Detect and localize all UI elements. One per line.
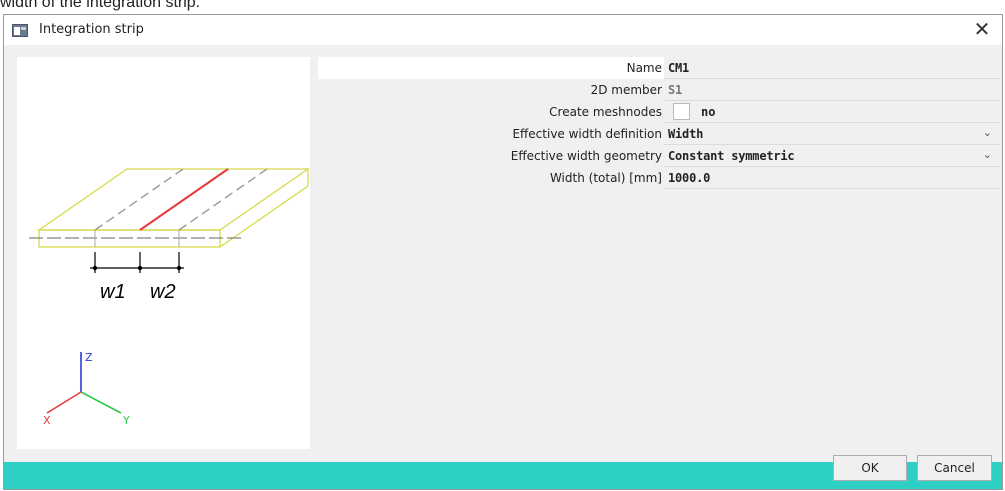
name-label: Name <box>626 61 662 75</box>
dimension-line <box>90 252 184 273</box>
dimension-dot <box>92 265 98 271</box>
dimension-dot <box>176 265 182 271</box>
effective-width-definition-select[interactable]: Width <box>668 127 703 141</box>
preview-panel: w1 w2 Z X Y <box>17 57 311 449</box>
property-row-effective-width-definition[interactable]: Effective width definition Width ⌄ <box>318 123 1000 145</box>
property-row-width-total[interactable]: Width (total) [mm] 1000.0 <box>318 167 1000 189</box>
integration-strip-diagram: w1 w2 Z X Y <box>29 168 311 427</box>
create-meshnodes-checkbox[interactable] <box>673 103 690 120</box>
properties-panel: Name CM1 2D member S1 Create meshnodes n… <box>318 57 1000 449</box>
ok-button[interactable]: OK <box>833 455 907 481</box>
plate-shape <box>36 168 311 248</box>
z-axis-label: Z <box>85 351 93 364</box>
effective-width-geometry-select[interactable]: Constant symmetric <box>668 149 795 163</box>
background-caption: width of the integration strip. <box>0 0 201 11</box>
title-bar[interactable]: Integration strip ✕ <box>4 15 1002 45</box>
property-row-name[interactable]: Name CM1 <box>318 57 1000 79</box>
strip-edge-line-right <box>178 168 268 231</box>
chevron-down-icon[interactable]: ⌄ <box>983 148 992 161</box>
width-total-value[interactable]: 1000.0 <box>668 171 710 185</box>
property-row-2d-member[interactable]: 2D member S1 <box>318 79 1000 101</box>
integration-strip-dialog: Integration strip ✕ w1 w2 Z X Y Name CM1… <box>3 14 1003 490</box>
close-icon: ✕ <box>973 17 991 41</box>
property-row-effective-width-geometry[interactable]: Effective width geometry Constant symmet… <box>318 145 1000 167</box>
width-total-label: Width (total) [mm] <box>549 171 662 185</box>
create-meshnodes-label: Create meshnodes <box>549 105 662 119</box>
chevron-down-icon[interactable]: ⌄ <box>983 126 992 139</box>
close-button[interactable]: ✕ <box>962 15 1002 45</box>
effective-width-definition-label: Effective width definition <box>512 127 662 141</box>
y-axis-label: Y <box>122 414 130 427</box>
window-icon <box>12 24 28 37</box>
axes-icon <box>46 352 122 414</box>
window-title: Integration strip <box>39 22 144 37</box>
2d-member-value: S1 <box>668 83 683 97</box>
strip-center-line <box>139 168 229 231</box>
name-value[interactable]: CM1 <box>668 61 689 75</box>
strip-edge-line-left <box>94 168 184 231</box>
property-row-create-meshnodes[interactable]: Create meshnodes no <box>318 101 1000 123</box>
create-meshnodes-value: no <box>701 105 716 119</box>
dimension-dot <box>137 265 143 271</box>
2d-member-label: 2D member <box>590 83 662 97</box>
w1-label: w1 <box>100 281 126 303</box>
x-axis-label: X <box>43 414 51 427</box>
cancel-button[interactable]: Cancel <box>917 455 992 481</box>
w2-label: w2 <box>150 281 176 303</box>
effective-width-geometry-label: Effective width geometry <box>510 149 662 163</box>
